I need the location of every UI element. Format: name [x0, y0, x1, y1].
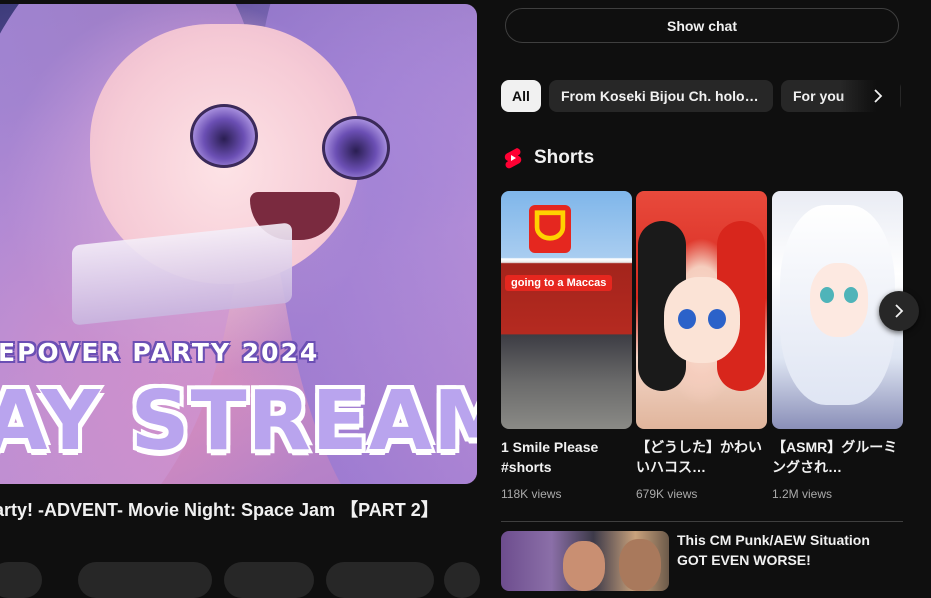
- show-chat-button[interactable]: Show chat: [505, 8, 899, 43]
- action-button[interactable]: [78, 562, 212, 598]
- video-player[interactable]: EPOVER PARTY 2024 AY STREAM: [0, 4, 477, 484]
- download-button[interactable]: [326, 562, 434, 598]
- short-meta: 【どうした】かわいいハコス… 679K views: [636, 437, 764, 501]
- youtube-shorts-icon: [504, 148, 522, 169]
- thumbnail-art-eye: [844, 287, 858, 303]
- shorts-heading: Shorts: [534, 147, 595, 168]
- thumbnail-art-eye: [708, 309, 726, 329]
- stream-banner-subtitle: EPOVER PARTY 2024: [0, 338, 320, 367]
- short-meta: 1 Smile Please #shorts 118K views: [501, 437, 629, 501]
- short-title[interactable]: 【どうした】かわいいハコス…: [636, 437, 764, 477]
- action-button[interactable]: [0, 562, 42, 598]
- restaurant-sign: ᗜ: [529, 205, 571, 253]
- short-thumbnail[interactable]: [636, 191, 767, 429]
- recommendation-thumbnail[interactable]: [501, 531, 669, 591]
- chip-from-channel[interactable]: From Koseki Bijou Ch. hololive-EN: [549, 80, 773, 112]
- video-action-row: [0, 562, 480, 598]
- thumbnail-art-eye: [820, 287, 834, 303]
- recommendation-title[interactable]: This CM Punk/AEW Situation GOT EVEN WORS…: [677, 530, 897, 570]
- chip-all[interactable]: All: [501, 80, 541, 112]
- short-overlay-text: going to a Maccas: [505, 275, 613, 291]
- thumbnail-art-face: [810, 263, 868, 337]
- thumbnail-art-face: [664, 277, 740, 363]
- short-meta: 【ASMR】グルーミングされ… 1.2M views: [772, 437, 900, 501]
- chevron-right-icon[interactable]: [866, 84, 890, 108]
- chevron-right-icon: [895, 304, 904, 318]
- thumbnail-art-eye: [322, 116, 390, 180]
- short-title[interactable]: 1 Smile Please #shorts: [501, 437, 629, 477]
- section-divider: [501, 521, 903, 522]
- short-views: 118K views: [501, 487, 562, 501]
- short-views: 679K views: [636, 487, 698, 501]
- shorts-header: Shorts: [503, 146, 594, 170]
- shorts-next-button[interactable]: [879, 291, 919, 331]
- short-thumbnail[interactable]: ᗜ going to a Maccas: [501, 191, 632, 429]
- stream-banner-title: AY STREAM: [0, 374, 477, 469]
- share-button[interactable]: [224, 562, 314, 598]
- video-title: arty! -ADVENT- Movie Night: Space Jam 【P…: [0, 500, 439, 520]
- thumbnail-art-eye: [190, 104, 258, 168]
- thumbnail-art-eye: [678, 309, 696, 329]
- short-views: 1.2M views: [772, 487, 833, 501]
- short-title[interactable]: 【ASMR】グルーミングされ…: [772, 437, 900, 477]
- thumbnail-person: [563, 541, 605, 591]
- more-actions-button[interactable]: [444, 562, 480, 598]
- thumbnail-person: [619, 539, 661, 591]
